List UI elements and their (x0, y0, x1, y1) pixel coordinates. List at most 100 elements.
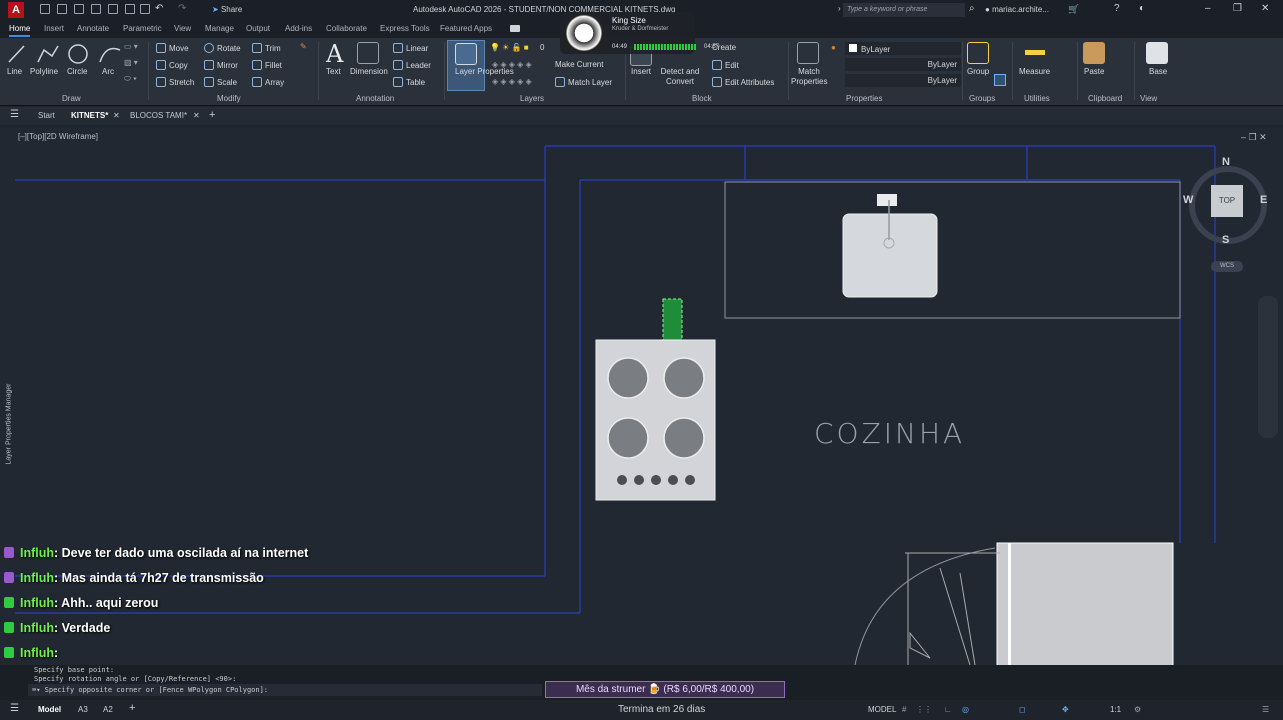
panel-title-view[interactable]: View (1140, 94, 1157, 103)
help-search-input[interactable]: Type a keyword or phrase (843, 3, 965, 17)
close-tab-icon[interactable]: ✕ (193, 111, 200, 120)
layer-tool-icons-row2[interactable]: ◈ ◈ ◈ ◈ ◈ (492, 77, 532, 86)
measure-tool[interactable]: Measure (1019, 67, 1050, 76)
snap-icon[interactable]: ⋮⋮ (916, 705, 932, 714)
customize-icon[interactable]: ☰ (1262, 705, 1269, 714)
hatch-icon[interactable]: ▨ ▾ (124, 58, 138, 67)
make-current-tool[interactable]: Make Current (555, 60, 603, 69)
ortho-icon[interactable]: ∟ (944, 705, 952, 714)
tab-home[interactable]: Home (9, 24, 31, 37)
tab-parametric[interactable]: Parametric (123, 24, 162, 33)
new-file-icon[interactable] (40, 4, 50, 14)
autocad-logo[interactable]: A (8, 2, 24, 18)
undo-icon[interactable]: ↶ (155, 3, 163, 14)
layout-tab-a2[interactable]: A2 (103, 705, 113, 714)
close-icon[interactable]: ✕ (1261, 3, 1269, 14)
panel-title-block[interactable]: Block (692, 94, 712, 103)
panel-title-annotation[interactable]: Annotation (356, 94, 394, 103)
paste-tool[interactable]: Paste (1084, 67, 1104, 76)
rotate-tool[interactable]: Rotate (204, 43, 241, 53)
polar-icon[interactable]: ◎ (962, 705, 969, 714)
panel-title-properties[interactable]: Properties (846, 94, 882, 103)
osnap-icon[interactable]: ◻ (1019, 705, 1026, 714)
panel-title-groups[interactable]: Groups (969, 94, 995, 103)
learn-icon[interactable]: ◐ (1139, 3, 1145, 14)
model-space-toggle[interactable]: MODEL (868, 705, 896, 714)
drawing-canvas[interactable]: [–][Top][2D Wireframe] – ❐ ✕ Layer Prope… (0, 128, 1283, 665)
open-file-icon[interactable] (57, 4, 67, 14)
insert-tool[interactable]: Insert (631, 67, 651, 76)
web-icon[interactable] (108, 4, 118, 14)
viewcube-north[interactable]: N (1222, 156, 1230, 168)
erase-icon[interactable]: ✎ (300, 42, 307, 51)
dimension-tool[interactable]: Dimension (350, 67, 388, 76)
text-tool[interactable]: Text (326, 67, 341, 76)
edit-attributes-tool[interactable]: Edit Attributes (712, 77, 774, 87)
viewcube-top-face[interactable]: TOP (1211, 185, 1243, 217)
command-input[interactable]: ⌨▾ Specify opposite corner or [Fence WPo… (28, 684, 542, 696)
viewcube-east[interactable]: E (1260, 194, 1267, 206)
detect-and-convert-tool[interactable]: Detect and Convert (658, 67, 702, 87)
tab-insert[interactable]: Insert (44, 24, 64, 33)
annotation-scale[interactable]: 1:1 (1110, 705, 1121, 714)
restore-icon[interactable]: ❐ (1233, 3, 1242, 14)
user-account[interactable]: ● mariac.archite... (985, 5, 1049, 14)
layout-menu-icon[interactable]: ☰ (10, 703, 19, 714)
stretch-tool[interactable]: Stretch (156, 77, 194, 87)
redo-icon[interactable]: ↷ (178, 3, 186, 14)
circle-tool[interactable]: Circle (67, 67, 87, 76)
layout-tab-a3[interactable]: A3 (78, 705, 88, 714)
tab-collaborate[interactable]: Collaborate (326, 24, 367, 33)
file-tab-kitnets[interactable]: KITNETS* (71, 111, 108, 120)
color-select[interactable]: ByLayer (845, 42, 961, 55)
scale-tool[interactable]: Scale (204, 77, 237, 87)
file-tab-start[interactable]: Start (38, 111, 55, 120)
trim-tool[interactable]: Trim (252, 43, 281, 53)
help-icon[interactable]: ? (1114, 3, 1120, 14)
tab-add-ins[interactable]: Add-ins (285, 24, 312, 33)
copy-tool[interactable]: Copy (156, 60, 188, 70)
arc-tool[interactable]: Arc (102, 67, 114, 76)
base-tool[interactable]: Base (1149, 67, 1167, 76)
move-tool[interactable]: Move (156, 43, 189, 53)
panel-title-clipboard[interactable]: Clipboard (1088, 94, 1122, 103)
plot-icon[interactable] (140, 4, 150, 14)
match-properties-tool[interactable]: Match Properties (791, 67, 827, 87)
rectangle-icon[interactable]: ▭ ▾ (124, 42, 138, 51)
panel-title-modify[interactable]: Modify (217, 94, 241, 103)
leader-tool[interactable]: Leader (393, 60, 431, 70)
edit-block-tool[interactable]: Edit (712, 60, 739, 70)
viewcube-west[interactable]: W (1183, 194, 1193, 206)
tab-express-tools[interactable]: Express Tools (380, 24, 430, 33)
selection-cycling-icon[interactable]: ✥ (1062, 705, 1069, 714)
add-layout-icon[interactable]: + (129, 702, 135, 714)
wcs-menu[interactable]: WCS (1211, 261, 1243, 272)
ellipse-icon[interactable]: ⬭ ▾ (124, 74, 137, 84)
panel-title-utilities[interactable]: Utilities (1024, 94, 1050, 103)
save-icon[interactable] (74, 4, 84, 14)
ribbon-toggle-icon[interactable] (510, 25, 520, 32)
tab-annotate[interactable]: Annotate (77, 24, 109, 33)
workspace-gear-icon[interactable]: ⚙ (1134, 705, 1141, 714)
mirror-tool[interactable]: Mirror (204, 60, 238, 70)
new-tab-icon[interactable]: + (209, 109, 215, 121)
match-layer-tool[interactable]: Match Layer (555, 77, 612, 87)
lineweight-select[interactable]: ByLayer (845, 74, 961, 87)
current-layer-value[interactable]: 0 (540, 43, 544, 52)
mobile-icon[interactable] (125, 4, 135, 14)
chevron-right-icon[interactable]: › (838, 4, 841, 13)
table-tool[interactable]: Table (393, 77, 425, 87)
linetype-select[interactable]: ByLayer (845, 58, 961, 71)
save-as-icon[interactable] (91, 4, 101, 14)
search-icon[interactable]: ⌕ (969, 3, 975, 14)
line-tool[interactable]: Line (7, 67, 22, 76)
layer-tool-icons-row1[interactable]: ◈ ◈ ◈ ◈ ◈ (492, 60, 532, 69)
fillet-tool[interactable]: Fillet (252, 60, 282, 70)
array-tool[interactable]: Array (252, 77, 284, 87)
linear-tool[interactable]: Linear (393, 43, 428, 53)
minimize-icon[interactable]: – (1205, 3, 1211, 14)
file-tab-blocos-tami[interactable]: BLOCOS TAMI* (130, 111, 187, 120)
color-wheel-icon[interactable]: ● (831, 43, 836, 52)
cart-icon[interactable]: 🛒 (1068, 4, 1079, 15)
layout-tab-model[interactable]: Model (38, 705, 61, 714)
